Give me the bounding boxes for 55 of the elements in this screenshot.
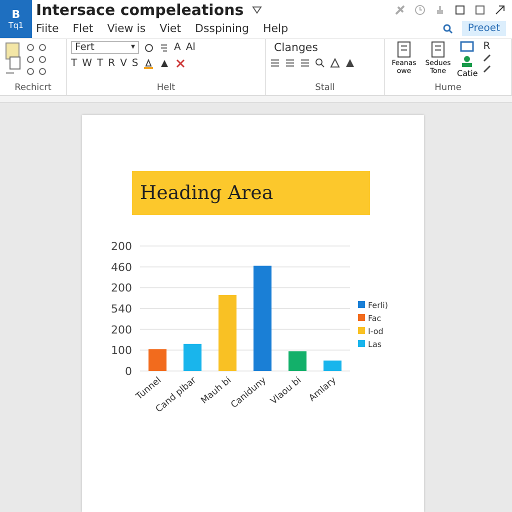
format-button[interactable]: W bbox=[82, 58, 92, 69]
font-size-button[interactable]: A bbox=[174, 42, 181, 53]
maximize-icon[interactable] bbox=[474, 4, 486, 16]
menu-item[interactable]: Flet bbox=[72, 22, 94, 35]
search-icon[interactable] bbox=[315, 58, 325, 68]
legend-label: Fac bbox=[368, 314, 382, 323]
heading-text: Heading Area bbox=[140, 182, 274, 204]
palette-icon[interactable] bbox=[144, 42, 154, 52]
ribbon-button[interactable]: Catie bbox=[457, 69, 478, 78]
axis-tick-label: 200 bbox=[111, 282, 132, 295]
axis-tick-label: 100 bbox=[111, 344, 132, 358]
format-button[interactable]: T bbox=[71, 58, 78, 69]
group-label: Stall bbox=[314, 83, 336, 93]
menu-item[interactable]: Fiite bbox=[36, 22, 59, 35]
share-button[interactable]: Preoet bbox=[462, 21, 506, 36]
format-button[interactable]: S bbox=[132, 58, 138, 69]
axis-tick-label: 0 bbox=[125, 365, 132, 378]
align-icon[interactable] bbox=[300, 58, 310, 68]
legend-label: Ferli) bbox=[368, 301, 388, 310]
axis-tick-label: 200 bbox=[111, 240, 132, 253]
format-button[interactable]: R bbox=[108, 58, 116, 69]
format-button[interactable]: V bbox=[120, 58, 127, 69]
app-icon: B Tq1 bbox=[0, 0, 32, 38]
person-icon[interactable] bbox=[460, 54, 474, 68]
chart-icon[interactable] bbox=[460, 41, 474, 53]
menu-item[interactable]: Help bbox=[262, 22, 288, 35]
search-icon[interactable] bbox=[442, 22, 454, 34]
group-label: Hume bbox=[434, 83, 462, 93]
menu-item[interactable]: Dsspining bbox=[195, 22, 249, 35]
legend-label: I-od bbox=[368, 327, 384, 336]
pen-icon[interactable] bbox=[482, 53, 492, 63]
group-label: Helt bbox=[156, 83, 176, 93]
menu-item[interactable]: View is bbox=[107, 22, 146, 35]
align-icon[interactable] bbox=[270, 58, 280, 68]
format-icon[interactable] bbox=[159, 42, 169, 52]
ribbon-button[interactable]: R bbox=[483, 41, 490, 52]
highlight-icon[interactable] bbox=[143, 58, 154, 69]
format-button[interactable]: T bbox=[97, 58, 104, 69]
document-icon bbox=[396, 41, 412, 59]
clear-format-icon[interactable] bbox=[175, 58, 186, 69]
axis-tick-label: 540 bbox=[111, 302, 132, 316]
styles-box[interactable]: Clanges bbox=[270, 41, 318, 54]
menu-item[interactable]: Viet bbox=[160, 22, 182, 35]
font-size-button[interactable]: Al bbox=[186, 42, 196, 53]
document-icon bbox=[430, 41, 446, 59]
font-dropdown[interactable]: Fert ▾ bbox=[71, 41, 139, 54]
pen-icon[interactable] bbox=[482, 64, 492, 74]
axis-tick-label: 200 bbox=[111, 323, 132, 336]
align-icon[interactable] bbox=[285, 58, 295, 68]
group-label: Rechicrt bbox=[14, 83, 52, 93]
axis-tick-label: 460 bbox=[111, 260, 132, 274]
legend-label: Las bbox=[368, 340, 382, 349]
filter-icon[interactable] bbox=[252, 4, 262, 14]
window-title: Intersace compeleations bbox=[36, 0, 244, 18]
font-color-icon[interactable] bbox=[159, 58, 170, 69]
